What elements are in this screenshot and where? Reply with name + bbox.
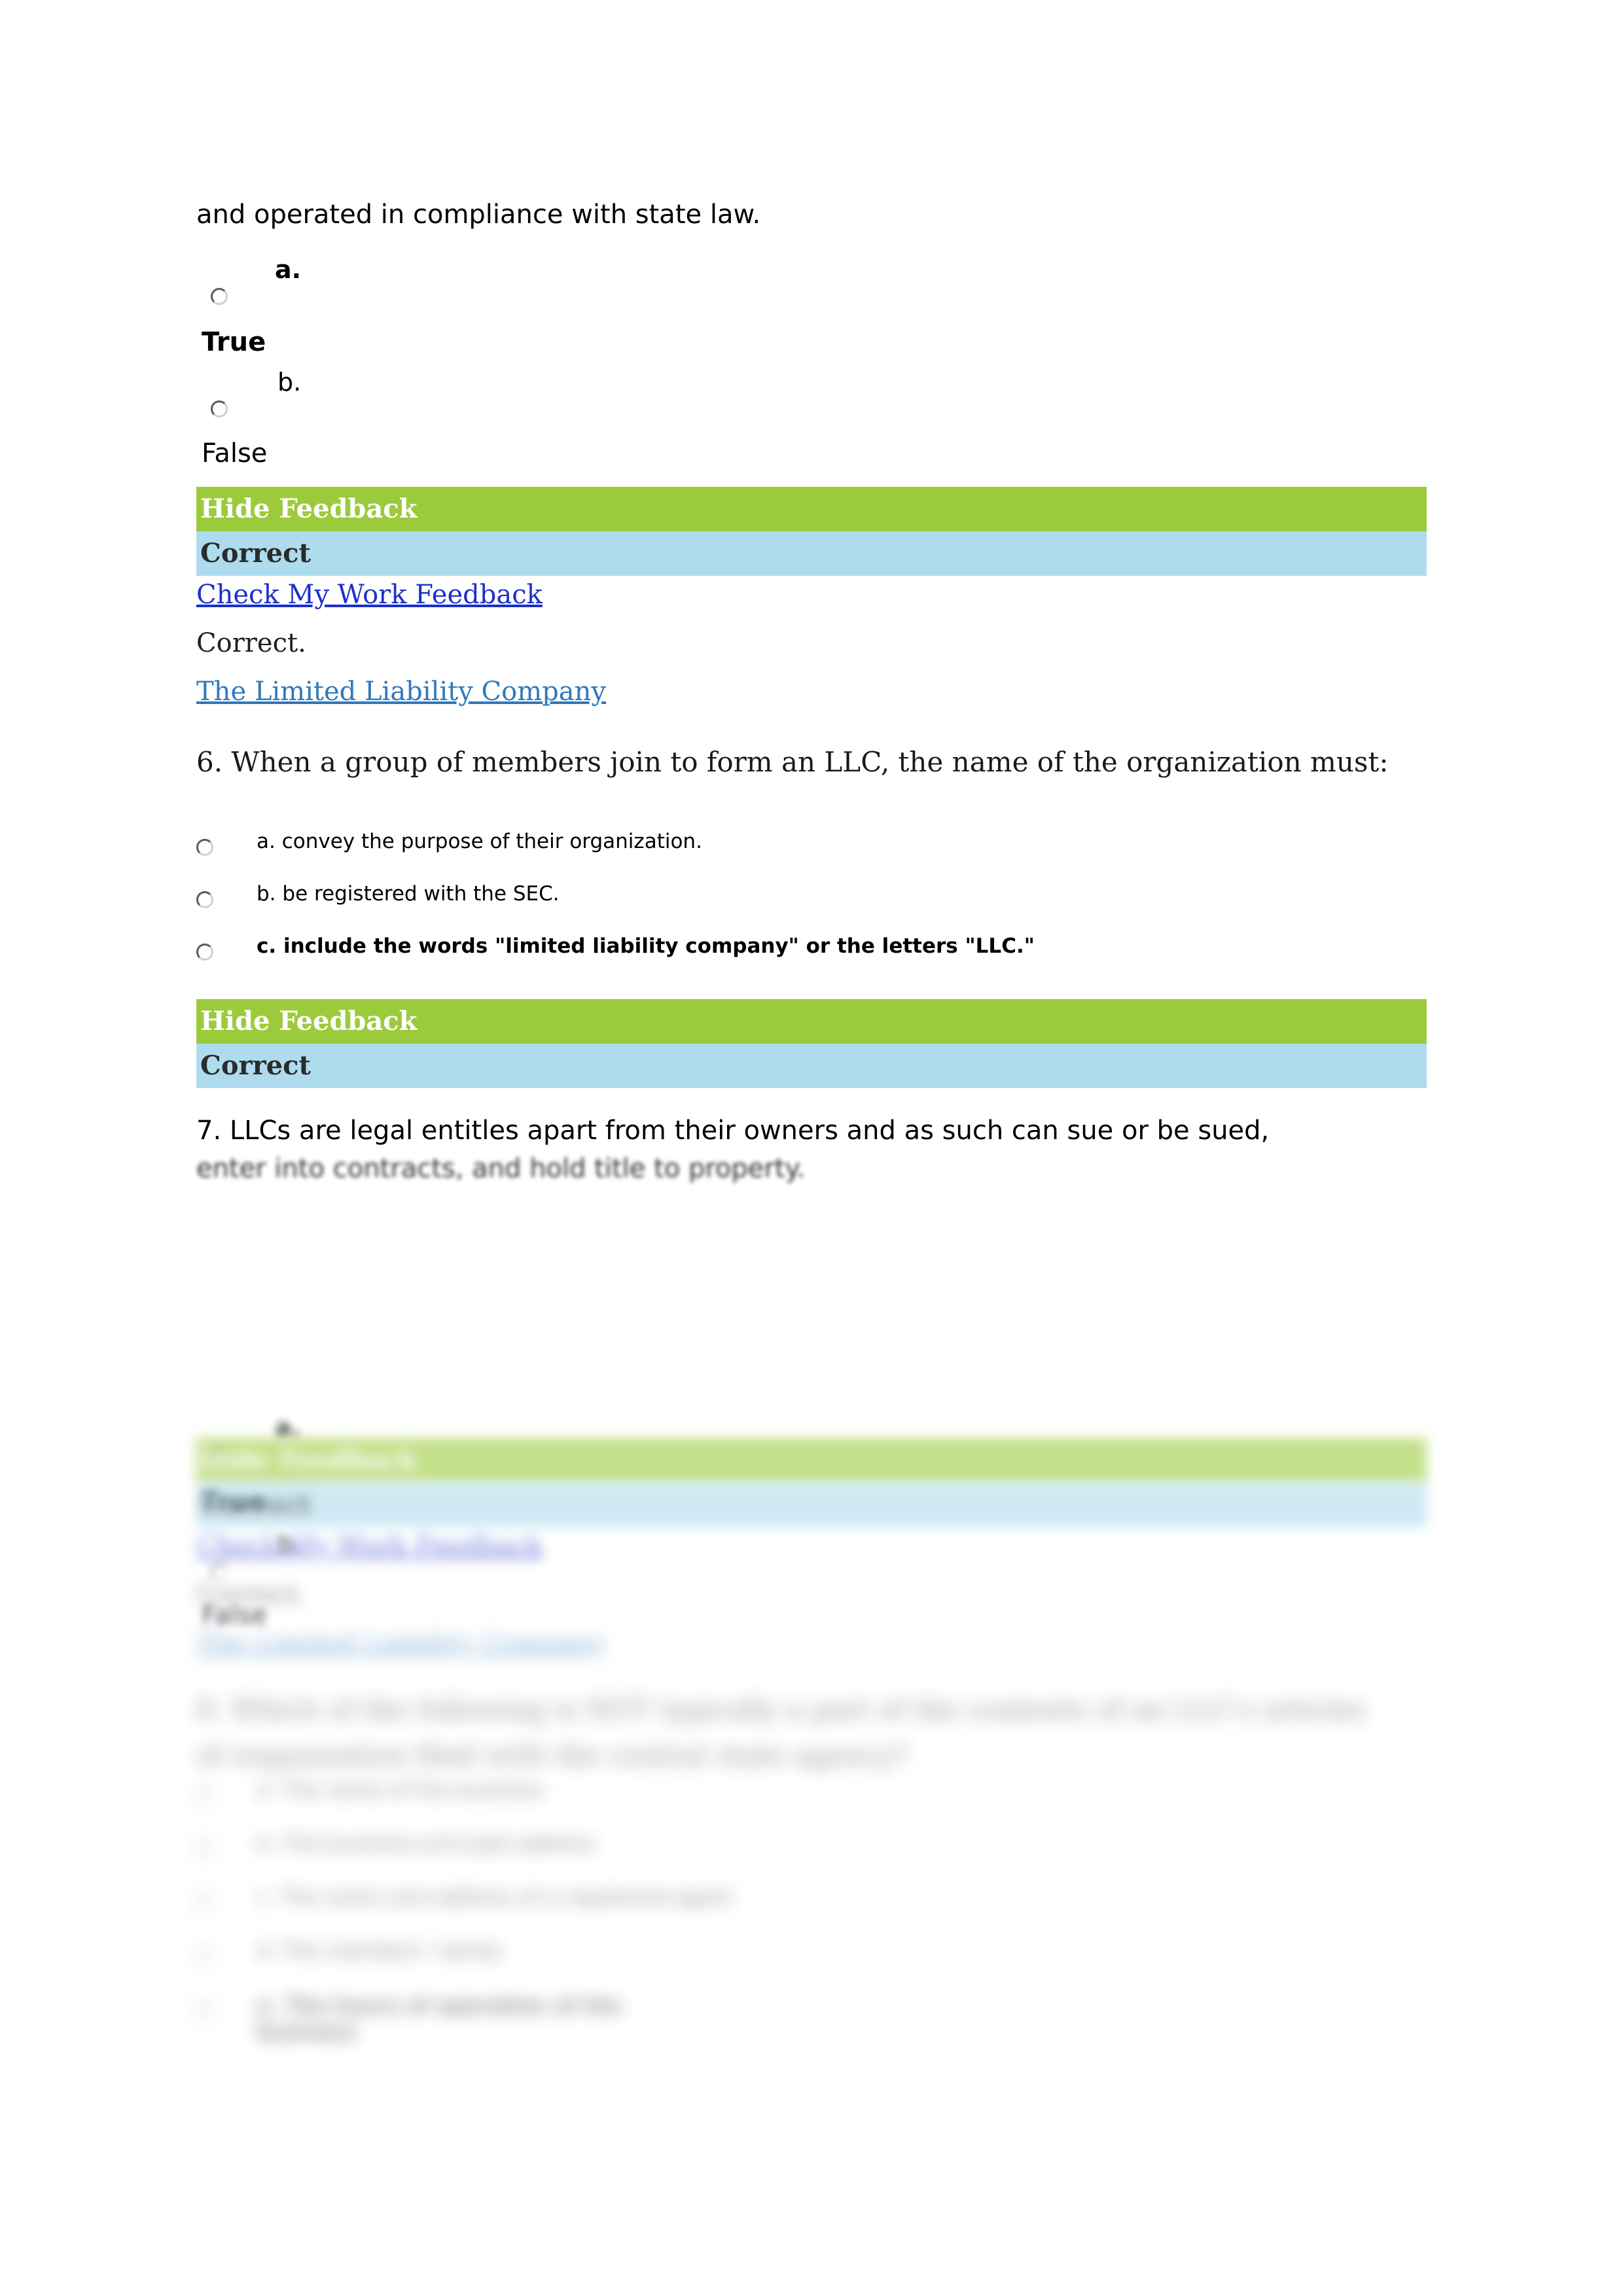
q5-feedback-body: Correct. <box>196 628 306 658</box>
q6-option-c[interactable]: c. include the words "limited liability … <box>196 934 1433 987</box>
q8-option-d-radio[interactable] <box>196 1949 213 1966</box>
q5-feedback-body-row: Correct. <box>196 628 1433 658</box>
q6-stem: 6. When a group of members join to form … <box>196 746 1389 778</box>
q5-check-my-work-row: Check My Work Feedback <box>196 580 1433 610</box>
q8-option-c-radio[interactable] <box>196 1895 213 1912</box>
q5-hide-feedback-label: Hide Feedback <box>200 493 418 524</box>
q7-check-my-work-link[interactable]: Check My Work Feedback <box>196 1531 543 1561</box>
q8-stem-line1: 8. Which of the following is NOT typical… <box>196 1693 1366 1725</box>
q6-option-b-radio[interactable] <box>196 891 213 908</box>
q5-hide-feedback-bar[interactable]: Hide Feedback <box>196 487 1427 531</box>
q8-option-e[interactable]: e. The hours of operation of the busines… <box>196 1993 1433 2065</box>
q6-hide-feedback-label: Hide Feedback <box>200 1006 418 1036</box>
q8-stem-line2: of organization filed with the central s… <box>196 1739 908 1771</box>
q8-option-c[interactable]: c. The name and address of a registered … <box>196 1886 1433 1939</box>
q8-option-e-radio[interactable] <box>196 2002 213 2019</box>
q5-status-badge: Correct <box>200 538 311 569</box>
q5-option-a-label[interactable]: True <box>202 327 266 357</box>
q8-options: a. The name of the business b. The busin… <box>196 1778 1433 2065</box>
q8-option-a[interactable]: a. The name of the business <box>196 1778 1433 1832</box>
q7-stem-line2: enter into contracts, and hold title to … <box>196 1154 806 1184</box>
q6-option-a-label: a. convey the purpose of their organizat… <box>257 830 702 853</box>
q5-check-my-work-link[interactable]: Check My Work Feedback <box>196 580 543 610</box>
q8-option-d[interactable]: d. The members' names <box>196 1939 1433 1993</box>
q6-option-a[interactable]: a. convey the purpose of their organizat… <box>196 830 1433 882</box>
q7-feedback-body: Correct. <box>196 1580 306 1610</box>
q7-reference-row: The Limited Liability Company <box>196 1628 1433 1658</box>
q5-option-a-radio[interactable] <box>211 288 228 305</box>
q5-stem-continuation: and operated in compliance with state la… <box>196 200 761 230</box>
q8-option-b[interactable]: b. The business principal address <box>196 1832 1433 1886</box>
q7-check-my-work-row: Check My Work Feedback <box>196 1531 1433 1561</box>
q5-option-b-radio[interactable] <box>211 400 228 417</box>
q5-option-b-label[interactable]: False <box>202 438 267 468</box>
q8-option-d-label: d. The members' names <box>257 1939 503 1963</box>
q5-options: a. True b. False <box>196 249 1433 468</box>
q5-reference-link[interactable]: The Limited Liability Company <box>196 677 606 707</box>
q8-option-a-radio[interactable] <box>196 1788 213 1805</box>
q8-option-b-radio[interactable] <box>196 1841 213 1858</box>
q5-option-a-letter: a. <box>275 255 302 284</box>
q5-status-bar: Correct <box>196 531 1427 576</box>
q7-status-badge: Correct <box>200 1489 311 1520</box>
q6-options: a. convey the purpose of their organizat… <box>196 830 1433 987</box>
q6-option-b-label: b. be registered with the SEC. <box>257 882 560 906</box>
q8-option-b-label: b. The business principal address <box>257 1832 596 1856</box>
q6-option-b[interactable]: b. be registered with the SEC. <box>196 882 1433 934</box>
q5-reference-row: The Limited Liability Company <box>196 677 1433 707</box>
q6-status-badge: Correct <box>200 1050 311 1081</box>
q8-option-e-label: e. The hours of operation of the busines… <box>257 1994 622 2045</box>
q7-hide-feedback-label: Hide Feedback <box>200 1445 418 1475</box>
q6-status-bar: Correct <box>196 1044 1427 1088</box>
q6-option-a-radio[interactable] <box>196 839 213 856</box>
q5-option-b-letter: b. <box>277 368 302 397</box>
q7-status-bar: Correct <box>196 1483 1427 1527</box>
q7-stem-line1: 7. LLCs are legal entitles apart from th… <box>196 1116 1270 1146</box>
q7-reference-link[interactable]: The Limited Liability Company <box>196 1628 606 1658</box>
quiz-page: and operated in compliance with state la… <box>0 0 1623 2296</box>
q7-feedback-body-row: Correct. <box>196 1580 1433 1610</box>
q7-option-b-radio[interactable] <box>211 1563 228 1580</box>
q7-hide-feedback-bar[interactable]: Hide Feedback <box>196 1438 1427 1483</box>
q6-hide-feedback-bar[interactable]: Hide Feedback <box>196 999 1427 1044</box>
q8-option-c-label: c. The name and address of a registered … <box>257 1886 733 1909</box>
q6-option-c-label: c. include the words "limited liability … <box>257 934 1035 958</box>
q6-option-c-radio[interactable] <box>196 944 213 961</box>
q8-option-a-label: a. The name of the business <box>257 1778 544 1802</box>
